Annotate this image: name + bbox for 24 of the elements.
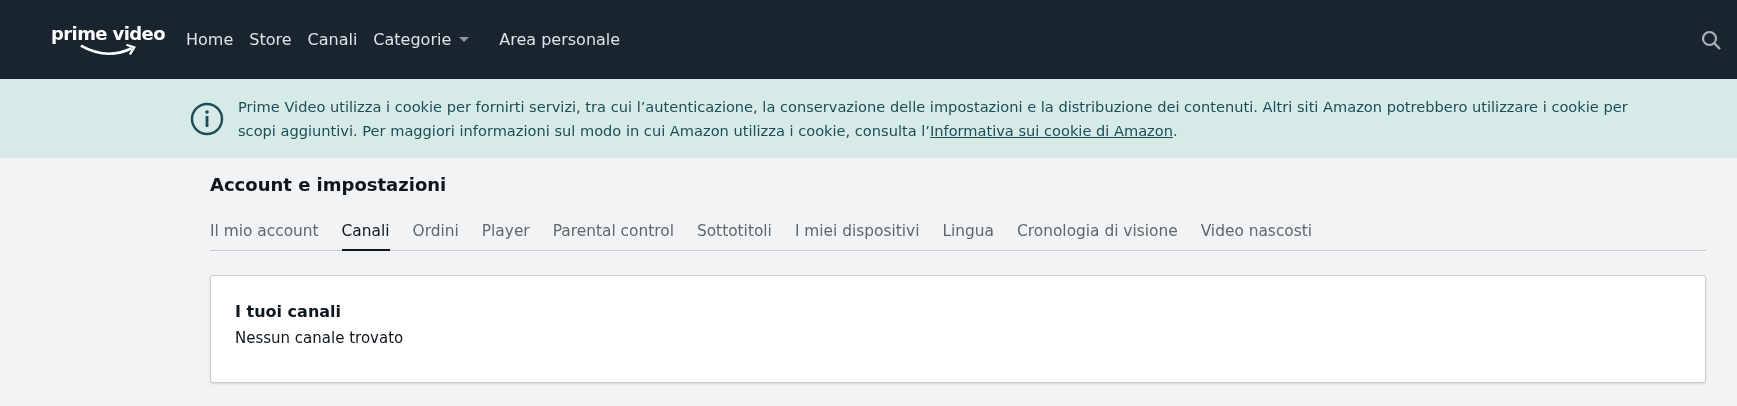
settings-tab[interactable]: Lingua xyxy=(942,222,995,251)
search-icon[interactable] xyxy=(1701,29,1721,50)
cookie-notice: Prime Video utilizza i cookie per fornirti servizi, tra cui l’autenticazione, la conservazione delle impostazioni e la distribuzione dei contenuti. Altri siti Amazon potrebbero utilizzare i cookie per scopi aggiuntivi. Per maggiori informazioni sul modo in cui Amazon utilizza i cookie, consulta l’Informativa sui cookie di Amazon. xyxy=(238,96,1629,141)
settings-tab[interactable]: I miei dispositivi xyxy=(794,222,920,251)
nav-link[interactable]: Area personale xyxy=(499,30,621,49)
nav-link[interactable]: Home xyxy=(186,30,234,49)
card-title: I tuoi canali xyxy=(235,302,343,321)
settings-tab[interactable]: Cronologia di visione xyxy=(1017,222,1178,251)
settings-tab[interactable]: Video nascosti xyxy=(1200,222,1313,251)
settings-tab[interactable]: Player xyxy=(481,222,530,251)
page-title: Account e impostazioni xyxy=(210,173,448,197)
nav-link[interactable]: Canali xyxy=(307,30,358,49)
caret-icon xyxy=(459,36,470,43)
info-icon xyxy=(190,101,224,136)
settings-tab[interactable]: Parental control xyxy=(552,222,674,251)
nav-dropdown[interactable]: Categorie xyxy=(373,30,470,49)
settings-tab[interactable]: Canali xyxy=(341,222,390,251)
nav-link[interactable]: Store xyxy=(249,30,292,49)
cookie-policy-link[interactable]: Informativa sui cookie di Amazon xyxy=(929,121,1173,139)
empty-message: Nessun canale trovato xyxy=(235,329,405,347)
settings-tab[interactable]: Sottotitoli xyxy=(696,222,772,251)
logo[interactable]: prime video xyxy=(48,22,168,57)
settings-tab[interactable]: Il mio account xyxy=(210,222,319,251)
settings-tab[interactable]: Ordini xyxy=(412,222,459,251)
